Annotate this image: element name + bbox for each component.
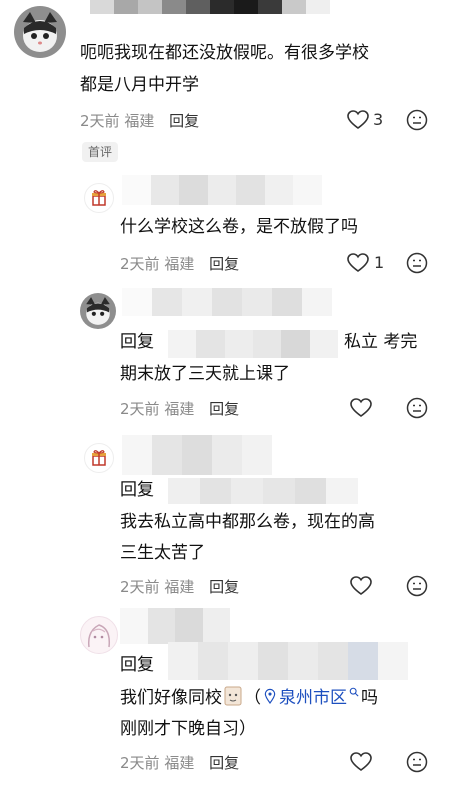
search-small-icon [349, 687, 359, 697]
reply-prefix: 回复 [120, 480, 154, 500]
reply-suffix: 私立 考完 [344, 332, 418, 352]
comment-text: 什么学校这么卷，是不放假了吗 [120, 217, 358, 237]
gift-icon [92, 190, 106, 206]
reply-button[interactable]: 回复 [209, 255, 239, 273]
paren: （ [244, 688, 261, 708]
comment-text: 我们好像同校 （ 泉州市区 吗 [120, 683, 378, 713]
comment-text: 我去私立高中都那么卷，现在的高 [120, 512, 375, 532]
avatar[interactable] [84, 443, 114, 473]
comment-time: 2天前 [120, 400, 160, 418]
blurred-header [90, 0, 330, 14]
heart-icon[interactable] [347, 110, 369, 130]
comment-region: 福建 [124, 112, 155, 130]
comment-meta: 2天前 福建 回复 [120, 576, 239, 597]
heart-icon[interactable] [350, 398, 372, 418]
avatar[interactable] [84, 183, 114, 213]
comment-region: 福建 [164, 578, 195, 596]
heart-icon[interactable] [347, 253, 369, 273]
cat-avatar-icon [80, 293, 116, 329]
reply-button[interactable]: 回复 [169, 112, 199, 130]
comment-text: 刚刚才下晚自习） [120, 719, 256, 739]
blurred-username [122, 288, 332, 316]
comment-text-part: 我们好像同校 [120, 688, 222, 708]
anime-avatar-icon [87, 624, 111, 648]
comment-meta: 2天前 福建 回复 [120, 398, 239, 419]
reply-button[interactable]: 回复 [209, 400, 239, 418]
dislike-face-icon[interactable] [406, 109, 428, 131]
comment-region: 福建 [164, 255, 195, 273]
first-comment-tag: 首评 [82, 142, 119, 162]
location-pin-icon [264, 688, 276, 704]
sticker-icon [224, 686, 242, 706]
comment-text: 呃呃我现在都还没放假呢。有很多学校 [80, 43, 369, 63]
cat-avatar-icon [14, 6, 66, 58]
comment-region: 福建 [164, 400, 195, 418]
blurred-mention [168, 330, 338, 358]
dislike-face-icon[interactable] [406, 575, 428, 597]
avatar[interactable] [14, 6, 66, 58]
comment-text: 都是八月中开学 [80, 75, 199, 95]
comment-time: 2天前 [120, 255, 160, 273]
comment-time: 2天前 [120, 578, 160, 596]
comment-region: 福建 [164, 754, 195, 772]
blurred-username [120, 608, 230, 644]
comment-text-part: 吗 [361, 688, 378, 708]
comment-meta: 2天前 福建 回复 [120, 253, 239, 274]
reply-button[interactable]: 回复 [209, 754, 239, 772]
gift-icon [92, 450, 106, 466]
reply-prefix: 回复 [120, 332, 154, 352]
location-link[interactable]: 泉州市区 [279, 688, 347, 708]
comment-time: 2天前 [80, 112, 120, 130]
reply-prefix: 回复 [120, 655, 154, 675]
heart-icon[interactable] [350, 752, 372, 772]
blurred-mention [168, 642, 408, 680]
heart-icon[interactable] [350, 576, 372, 596]
dislike-face-icon[interactable] [406, 397, 428, 419]
blurred-username [122, 435, 272, 475]
reply-button[interactable]: 回复 [209, 578, 239, 596]
like-count: 3 [373, 110, 384, 129]
dislike-face-icon[interactable] [406, 751, 428, 773]
blurred-username [122, 175, 322, 205]
comment-time: 2天前 [120, 754, 160, 772]
avatar[interactable] [80, 616, 118, 654]
comment-text: 期末放了三天就上课了 [120, 364, 290, 384]
comment-text: 三生太苦了 [120, 543, 205, 563]
avatar[interactable] [80, 293, 116, 329]
comment-meta: 2天前 福建 回复 [120, 752, 239, 773]
like-count: 1 [374, 253, 385, 272]
blurred-mention [168, 478, 358, 504]
dislike-face-icon[interactable] [406, 252, 428, 274]
comment-meta: 2天前 福建 回复 [80, 110, 199, 131]
